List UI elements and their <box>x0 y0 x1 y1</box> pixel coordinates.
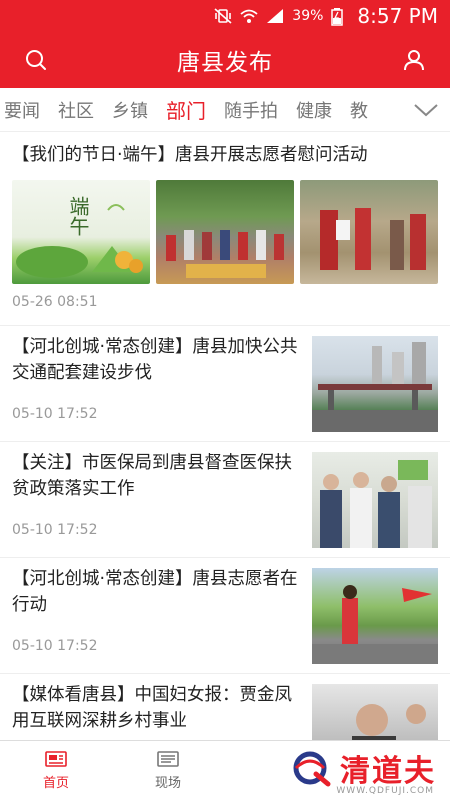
portrait-photo-shapes <box>352 704 426 740</box>
visit-photo-shapes <box>320 208 426 270</box>
list-item[interactable]: 【媒体看唐县】中国妇女报：贾金凤用互联网深耕乡村事业 <box>0 674 450 740</box>
article-image-group <box>156 180 294 284</box>
signal-icon <box>266 8 284 24</box>
nav-live[interactable]: 现场 <box>112 741 224 800</box>
battery-percent: 39% <box>292 8 324 24</box>
list-item[interactable]: 【关注】市医保局到唐县督查医保扶贫政策落实工作 05-10 17:52 <box>0 442 450 558</box>
clinic-photo-shapes <box>320 460 432 548</box>
tab-yaowen[interactable]: 要闻 <box>4 97 40 123</box>
bus-stop-shapes <box>312 342 438 432</box>
article-title: 【关注】市医保局到唐县督查医保扶贫政策落实工作 <box>12 453 292 499</box>
search-icon <box>26 50 46 70</box>
article-title: 【河北创城·常态创建】唐县加快公共交通配套建设步伐 <box>12 337 298 383</box>
nav-home-label: 首页 <box>42 776 69 791</box>
nav-home[interactable]: 首页 <box>0 741 112 800</box>
nav-live-label: 现场 <box>154 776 181 791</box>
article-time: 05-26 08:51 <box>12 294 98 310</box>
battery-icon <box>331 8 349 26</box>
article-thumbnail <box>312 568 438 664</box>
profile-button[interactable] <box>398 44 430 76</box>
search-button[interactable] <box>20 44 52 76</box>
live-icon <box>157 751 179 767</box>
article-time: 05-10 17:52 <box>12 406 98 422</box>
user-icon <box>404 50 424 71</box>
article-image-dragonboat: 端午 <box>12 180 150 284</box>
app-bar: 唐县发布 <box>0 32 450 88</box>
article-thumbnail <box>312 336 438 432</box>
list-item[interactable]: 【河北创城·常态创建】唐县加快公共交通配套建设步伐 05-10 17:52 <box>0 326 450 442</box>
page-title: 唐县发布 <box>177 50 273 76</box>
article-image-visit <box>300 180 438 284</box>
article-title: 【媒体看唐县】中国妇女报：贾金凤用互联网深耕乡村事业 <box>12 685 292 731</box>
article-time: 05-10 17:52 <box>12 522 98 538</box>
group-photo-shapes <box>166 230 284 278</box>
chevron-down-icon <box>414 104 438 117</box>
watermark-text: 清道夫 <box>340 754 436 789</box>
article-thumbnail <box>312 452 438 548</box>
tab-jiao[interactable]: 教 <box>350 97 368 123</box>
list-item[interactable]: 【河北创城·常态创建】唐县志愿者在行动 05-10 17:52 <box>0 558 450 674</box>
tab-xiangzhen[interactable]: 乡镇 <box>112 97 148 123</box>
vibrate-icon <box>214 8 232 24</box>
article-time: 05-10 17:52 <box>12 638 98 654</box>
tab-shequ[interactable]: 社区 <box>58 97 94 123</box>
tab-jiankang[interactable]: 健康 <box>296 97 332 123</box>
watermark-url: WWW.QDFUJI.COM <box>336 786 434 796</box>
zongzi-illustration <box>16 204 143 278</box>
watermark-logo-icon <box>293 751 331 787</box>
category-tabs: 要闻 社区 乡镇 部门 随手拍 健康 教 <box>0 88 450 132</box>
volunteer-photo-shapes <box>312 585 438 664</box>
news-feed[interactable]: 【我们的节日·端午】唐县开展志愿者慰问活动 端午 05-26 08:51 【河北… <box>0 132 450 740</box>
tab-bumen[interactable]: 部门 <box>166 95 206 124</box>
clock: 8:57 PM <box>357 4 438 28</box>
watermark: 清道夫 WWW.QDFUJI.COM <box>288 746 436 796</box>
more-tabs-button[interactable] <box>402 88 450 131</box>
article-thumbnail <box>312 684 438 740</box>
home-icon <box>45 751 67 767</box>
article-title: 【我们的节日·端午】唐县开展志愿者慰问活动 <box>12 145 368 165</box>
wifi-icon <box>240 8 258 24</box>
tab-suishoupai[interactable]: 随手拍 <box>224 97 278 123</box>
article-title: 【河北创城·常态创建】唐县志愿者在行动 <box>12 569 298 615</box>
featured-article[interactable]: 【我们的节日·端午】唐县开展志愿者慰问活动 端午 05-26 08:51 <box>0 132 450 326</box>
status-bar: 39% 8:57 PM <box>0 0 450 32</box>
